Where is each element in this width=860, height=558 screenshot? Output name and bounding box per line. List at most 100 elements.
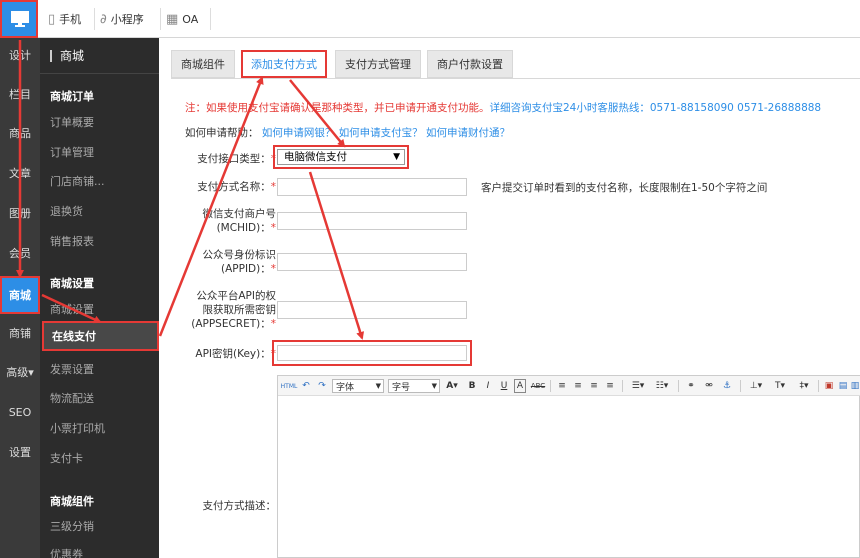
- apikey-label: API密钥(Key)：*: [195, 347, 276, 361]
- submenu-item[interactable]: 发票设置: [50, 361, 94, 377]
- nav-settings[interactable]: 设置: [0, 437, 40, 467]
- redo-icon[interactable]: ↷: [316, 379, 328, 393]
- anchor-icon[interactable]: ⚓: [720, 379, 734, 393]
- submenu-item[interactable]: 三级分销: [50, 518, 94, 534]
- nav-design[interactable]: 设计: [0, 40, 40, 70]
- italic-icon[interactable]: I: [482, 379, 494, 393]
- nav-advanced[interactable]: 高级▾: [0, 357, 40, 387]
- help-link-alipay[interactable]: 如何申请支付宝？: [339, 127, 423, 139]
- submenu-item[interactable]: 优惠券: [50, 546, 83, 558]
- align-justify-icon[interactable]: ≡: [604, 379, 616, 393]
- appsecret-label-line1: 公众平台API的权: [196, 290, 276, 302]
- top-divider: [160, 8, 161, 30]
- submenu-item-online-payment[interactable]: 在线支付: [42, 321, 159, 351]
- html-source-button[interactable]: HTML: [280, 379, 298, 393]
- underline-icon[interactable]: U: [498, 379, 510, 393]
- nav-column[interactable]: 栏目: [0, 79, 40, 109]
- link-icon[interactable]: ⚭: [684, 379, 698, 393]
- primary-sidebar: 设计 栏目 商品 文章 图册 会员 商城 商铺 高级▾ SEO 设置: [0, 38, 40, 558]
- nav-seo[interactable]: SEO: [0, 397, 40, 427]
- payment-name-input[interactable]: [277, 178, 467, 196]
- tab-merchant-payment-settings[interactable]: 商户付款设置: [427, 50, 513, 78]
- submenu-item[interactable]: 支付卡: [50, 450, 83, 466]
- font-family-select[interactable]: 字体 ▼: [332, 379, 384, 393]
- caret-down-icon: ▼: [393, 152, 400, 162]
- tab-payment-management[interactable]: 支付方式管理: [335, 50, 421, 78]
- rich-text-editor[interactable]: HTML ↶ ↷ 字体 ▼ 字号 ▼ A▾ B I U A ABC ≡ ≡ ≡ ≡ …: [277, 375, 860, 558]
- submenu-group-title: 商城订单: [50, 90, 94, 103]
- appsecret-label: 公众平台API的权 限获取所需密钥 (APPSECRET)：*: [191, 289, 276, 331]
- strikethrough-icon[interactable]: ABC: [530, 379, 546, 393]
- appsecret-label-line2: 限获取所需密钥: [202, 304, 277, 316]
- top-item-miniapp[interactable]: ∂ 小程序: [100, 0, 144, 38]
- font-size-box-icon[interactable]: A: [514, 379, 526, 393]
- desktop-logo-button[interactable]: [0, 0, 38, 38]
- font-size-value: 字号: [392, 382, 411, 393]
- bold-icon[interactable]: B: [466, 379, 478, 393]
- submenu-item[interactable]: 订单概要: [50, 114, 94, 130]
- indent-icon[interactable]: ‡▾: [794, 379, 814, 393]
- toolbar-divider: [622, 380, 623, 392]
- submenu-group-title: 商城设置: [50, 277, 94, 290]
- monitor-icon: [11, 11, 29, 27]
- paragraph-spacing-icon[interactable]: T▾: [770, 379, 790, 393]
- apikey-label-text: API密钥(Key)：: [195, 348, 271, 360]
- top-divider: [94, 8, 95, 30]
- submenu-header: 商城: [40, 38, 159, 74]
- calendar-icon: ▦: [166, 11, 179, 27]
- font-family-value: 字体: [336, 382, 355, 393]
- help-link-bank[interactable]: 如何申请网银？: [262, 127, 336, 139]
- unordered-list-icon[interactable]: ☷▾: [652, 379, 672, 393]
- media-icon[interactable]: ▤: [837, 379, 849, 393]
- notice-hotline: 详细咨询支付宝24小时客服热线：0571-88158090 0571-26888…: [489, 102, 822, 114]
- font-color-icon[interactable]: A▾: [444, 379, 460, 393]
- editor-toolbar: HTML ↶ ↷ 字体 ▼ 字号 ▼ A▾ B I U A ABC ≡ ≡ ≡ ≡ …: [278, 376, 860, 396]
- line-height-icon[interactable]: ⊥▾: [746, 379, 766, 393]
- tab-add-payment[interactable]: 添加支付方式: [241, 50, 327, 78]
- mchid-label-line2: (MCHID)：: [216, 222, 271, 234]
- submenu-item[interactable]: 订单管理: [50, 144, 94, 160]
- undo-icon[interactable]: ↶: [300, 379, 312, 393]
- align-right-icon[interactable]: ≡: [588, 379, 600, 393]
- appid-input[interactable]: [277, 253, 467, 271]
- payment-type-value: 电脑微信支付: [284, 151, 347, 163]
- align-left-icon[interactable]: ≡: [556, 379, 568, 393]
- submenu-item[interactable]: 销售报表: [50, 233, 94, 249]
- appsecret-input[interactable]: [277, 301, 467, 319]
- gallery-icon[interactable]: ▥: [850, 379, 860, 393]
- nav-article[interactable]: 文章: [0, 158, 40, 188]
- help-links: 如何申请帮助： 如何申请网银？ 如何申请支付宝？ 如何申请财付通？: [185, 125, 510, 140]
- payment-type-label-text: 支付接口类型：: [197, 153, 271, 165]
- submenu-item[interactable]: 物流配送: [50, 390, 94, 406]
- toolbar-divider: [550, 380, 551, 392]
- font-size-select[interactable]: 字号 ▼: [388, 379, 440, 393]
- submenu-item[interactable]: 门店商铺...: [50, 173, 105, 189]
- align-center-icon[interactable]: ≡: [572, 379, 584, 393]
- submenu-item[interactable]: 商城设置: [50, 301, 94, 317]
- toolbar-divider: [678, 380, 679, 392]
- help-link-tenpay[interactable]: 如何申请财付通？: [426, 127, 510, 139]
- top-item-oa[interactable]: ▦ OA: [166, 0, 198, 38]
- image-icon[interactable]: ▣: [823, 379, 835, 393]
- nav-goods[interactable]: 商品: [0, 118, 40, 148]
- nav-mall[interactable]: 商城: [0, 276, 40, 314]
- required-mark: *: [270, 181, 276, 193]
- submenu-header-label: 商城: [60, 49, 85, 63]
- submenu-group-title: 商城组件: [50, 495, 94, 508]
- submenu-item[interactable]: 退换货: [50, 203, 83, 219]
- toolbar-divider: [818, 380, 819, 392]
- top-item-phone[interactable]: ▯ 手机: [48, 0, 81, 38]
- mchid-label-line1: 微信支付商户号: [202, 208, 277, 220]
- nav-shop[interactable]: 商铺: [0, 318, 40, 348]
- nav-member[interactable]: 会员: [0, 238, 40, 268]
- appid-label-line1: 公众号身份标识: [202, 249, 277, 261]
- required-mark: *: [270, 222, 276, 234]
- mchid-input[interactable]: [277, 212, 467, 230]
- apikey-input[interactable]: [277, 345, 467, 361]
- nav-album[interactable]: 图册: [0, 198, 40, 228]
- unlink-icon[interactable]: ⚮: [702, 379, 716, 393]
- ordered-list-icon[interactable]: ☰▾: [628, 379, 648, 393]
- submenu-item[interactable]: 小票打印机: [50, 420, 105, 436]
- payment-type-select[interactable]: 电脑微信支付 ▼: [277, 149, 405, 165]
- tab-mall-components[interactable]: 商城组件: [171, 50, 235, 78]
